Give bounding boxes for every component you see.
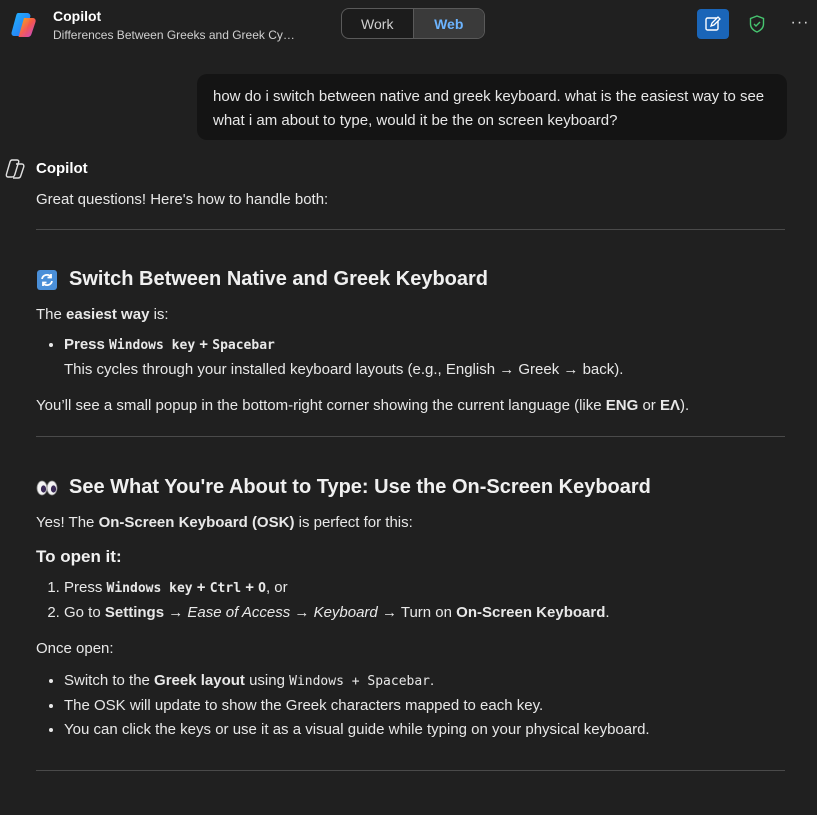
text: → Turn on xyxy=(377,604,457,621)
text: or xyxy=(638,397,660,414)
shield-check-icon xyxy=(749,15,765,33)
list-item-detail: This cycles through your installed keybo… xyxy=(64,361,624,378)
text: Yes! The xyxy=(36,514,99,531)
text: + xyxy=(241,579,259,596)
text: is perfect for this: xyxy=(294,514,413,531)
text: → xyxy=(290,604,314,621)
more-options-button[interactable]: ··· xyxy=(788,10,812,36)
ellipsis-icon: ··· xyxy=(790,14,810,31)
user-message: how do i switch between native and greek… xyxy=(197,74,787,140)
top-bar: Copilot Differences Between Greeks and G… xyxy=(0,0,817,56)
divider xyxy=(36,436,785,437)
list-item: You can click the keys or use it as a vi… xyxy=(64,718,786,742)
code-text: Windows key xyxy=(109,338,196,353)
numbered-list: Press Windows key + Ctrl + O, or Go to S… xyxy=(36,576,786,625)
new-chat-button[interactable] xyxy=(697,9,729,39)
section-title: Switch Between Native and Greek Keyboard xyxy=(69,268,489,290)
text: Press xyxy=(64,579,107,596)
bold-text: Windows key + Ctrl + O xyxy=(107,579,266,596)
text: is: xyxy=(149,306,169,323)
text: + xyxy=(195,336,213,353)
text: . xyxy=(605,604,610,621)
bold-text: Press Windows key + Spacebar xyxy=(64,336,275,353)
text: The xyxy=(36,306,67,323)
list-item: The OSK will update to show the Greek ch… xyxy=(64,694,786,718)
assistant-name: Copilot xyxy=(36,160,88,177)
section-heading-osk: See What You're About to Type: Use the O… xyxy=(36,476,786,499)
code-text: Windows + Spacebar xyxy=(289,674,431,689)
text: using xyxy=(244,672,290,689)
text: → xyxy=(164,604,188,621)
tab-web[interactable]: Web xyxy=(412,9,484,38)
bullet-list: Switch to the Greek layout using Windows… xyxy=(36,669,786,742)
mode-toggle: Work Web xyxy=(341,8,485,39)
text: Switch to the xyxy=(64,672,155,689)
text: Go to xyxy=(64,604,105,621)
assistant-response: Great questions! Here's how to handle bo… xyxy=(36,190,786,771)
response-intro: Great questions! Here's how to handle bo… xyxy=(36,191,329,208)
text: , or xyxy=(265,579,288,596)
arrows-cycle-icon xyxy=(36,269,58,290)
section-title: See What You're About to Type: Use the O… xyxy=(69,476,651,498)
list-item: Go to Settings → Ease of Access → Keyboa… xyxy=(64,601,786,625)
bold-text: ENG xyxy=(605,397,639,414)
privacy-shield-button[interactable] xyxy=(745,11,769,37)
app-name: Copilot xyxy=(53,8,102,24)
section-lead: The easiest way is: xyxy=(36,305,786,325)
text: . xyxy=(430,672,435,689)
bold-text: easiest way xyxy=(66,306,150,323)
bold-text: Settings xyxy=(104,604,165,621)
copilot-logo-icon xyxy=(9,9,41,41)
section-lead: Yes! The On-Screen Keyboard (OSK) is per… xyxy=(36,513,786,533)
text: ). xyxy=(680,397,690,414)
code-text: Ctrl xyxy=(209,581,242,596)
text: + xyxy=(192,579,210,596)
once-open-label: Once open: xyxy=(36,640,114,657)
conversation-title[interactable]: Differences Between Greeks and Greek Cy… xyxy=(53,28,295,42)
italic-text: Ease of Access xyxy=(187,604,291,621)
code-text: O xyxy=(258,581,266,596)
section-heading-switch: Switch Between Native and Greek Keyboard xyxy=(36,268,786,291)
language-note: You’ll see a small popup in the bottom-r… xyxy=(36,396,786,416)
bold-text: EΛ xyxy=(659,397,680,414)
tab-work[interactable]: Work xyxy=(342,9,413,38)
bold-text: Greek layout xyxy=(154,672,245,689)
bold-text: On-Screen Keyboard xyxy=(456,604,606,621)
code-text: Spacebar xyxy=(212,338,275,353)
divider xyxy=(36,229,785,230)
list-item: Press Windows key + Spacebar This cycles… xyxy=(64,333,786,382)
divider xyxy=(36,770,785,771)
bold-text: On-Screen Keyboard (OSK) xyxy=(98,514,295,531)
copilot-avatar-icon xyxy=(5,158,27,180)
compose-icon xyxy=(705,16,721,31)
code-text: Windows key xyxy=(106,581,193,596)
text: Press xyxy=(64,336,110,353)
bullet-list: Press Windows key + Spacebar This cycles… xyxy=(36,333,786,382)
italic-text: Keyboard xyxy=(313,604,378,621)
eyes-icon xyxy=(36,478,58,498)
subheading: To open it: xyxy=(36,547,122,566)
list-item: Press Windows key + Ctrl + O, or xyxy=(64,576,786,601)
list-item: Switch to the Greek layout using Windows… xyxy=(64,669,786,694)
text: You’ll see a small popup in the bottom-r… xyxy=(36,397,606,414)
